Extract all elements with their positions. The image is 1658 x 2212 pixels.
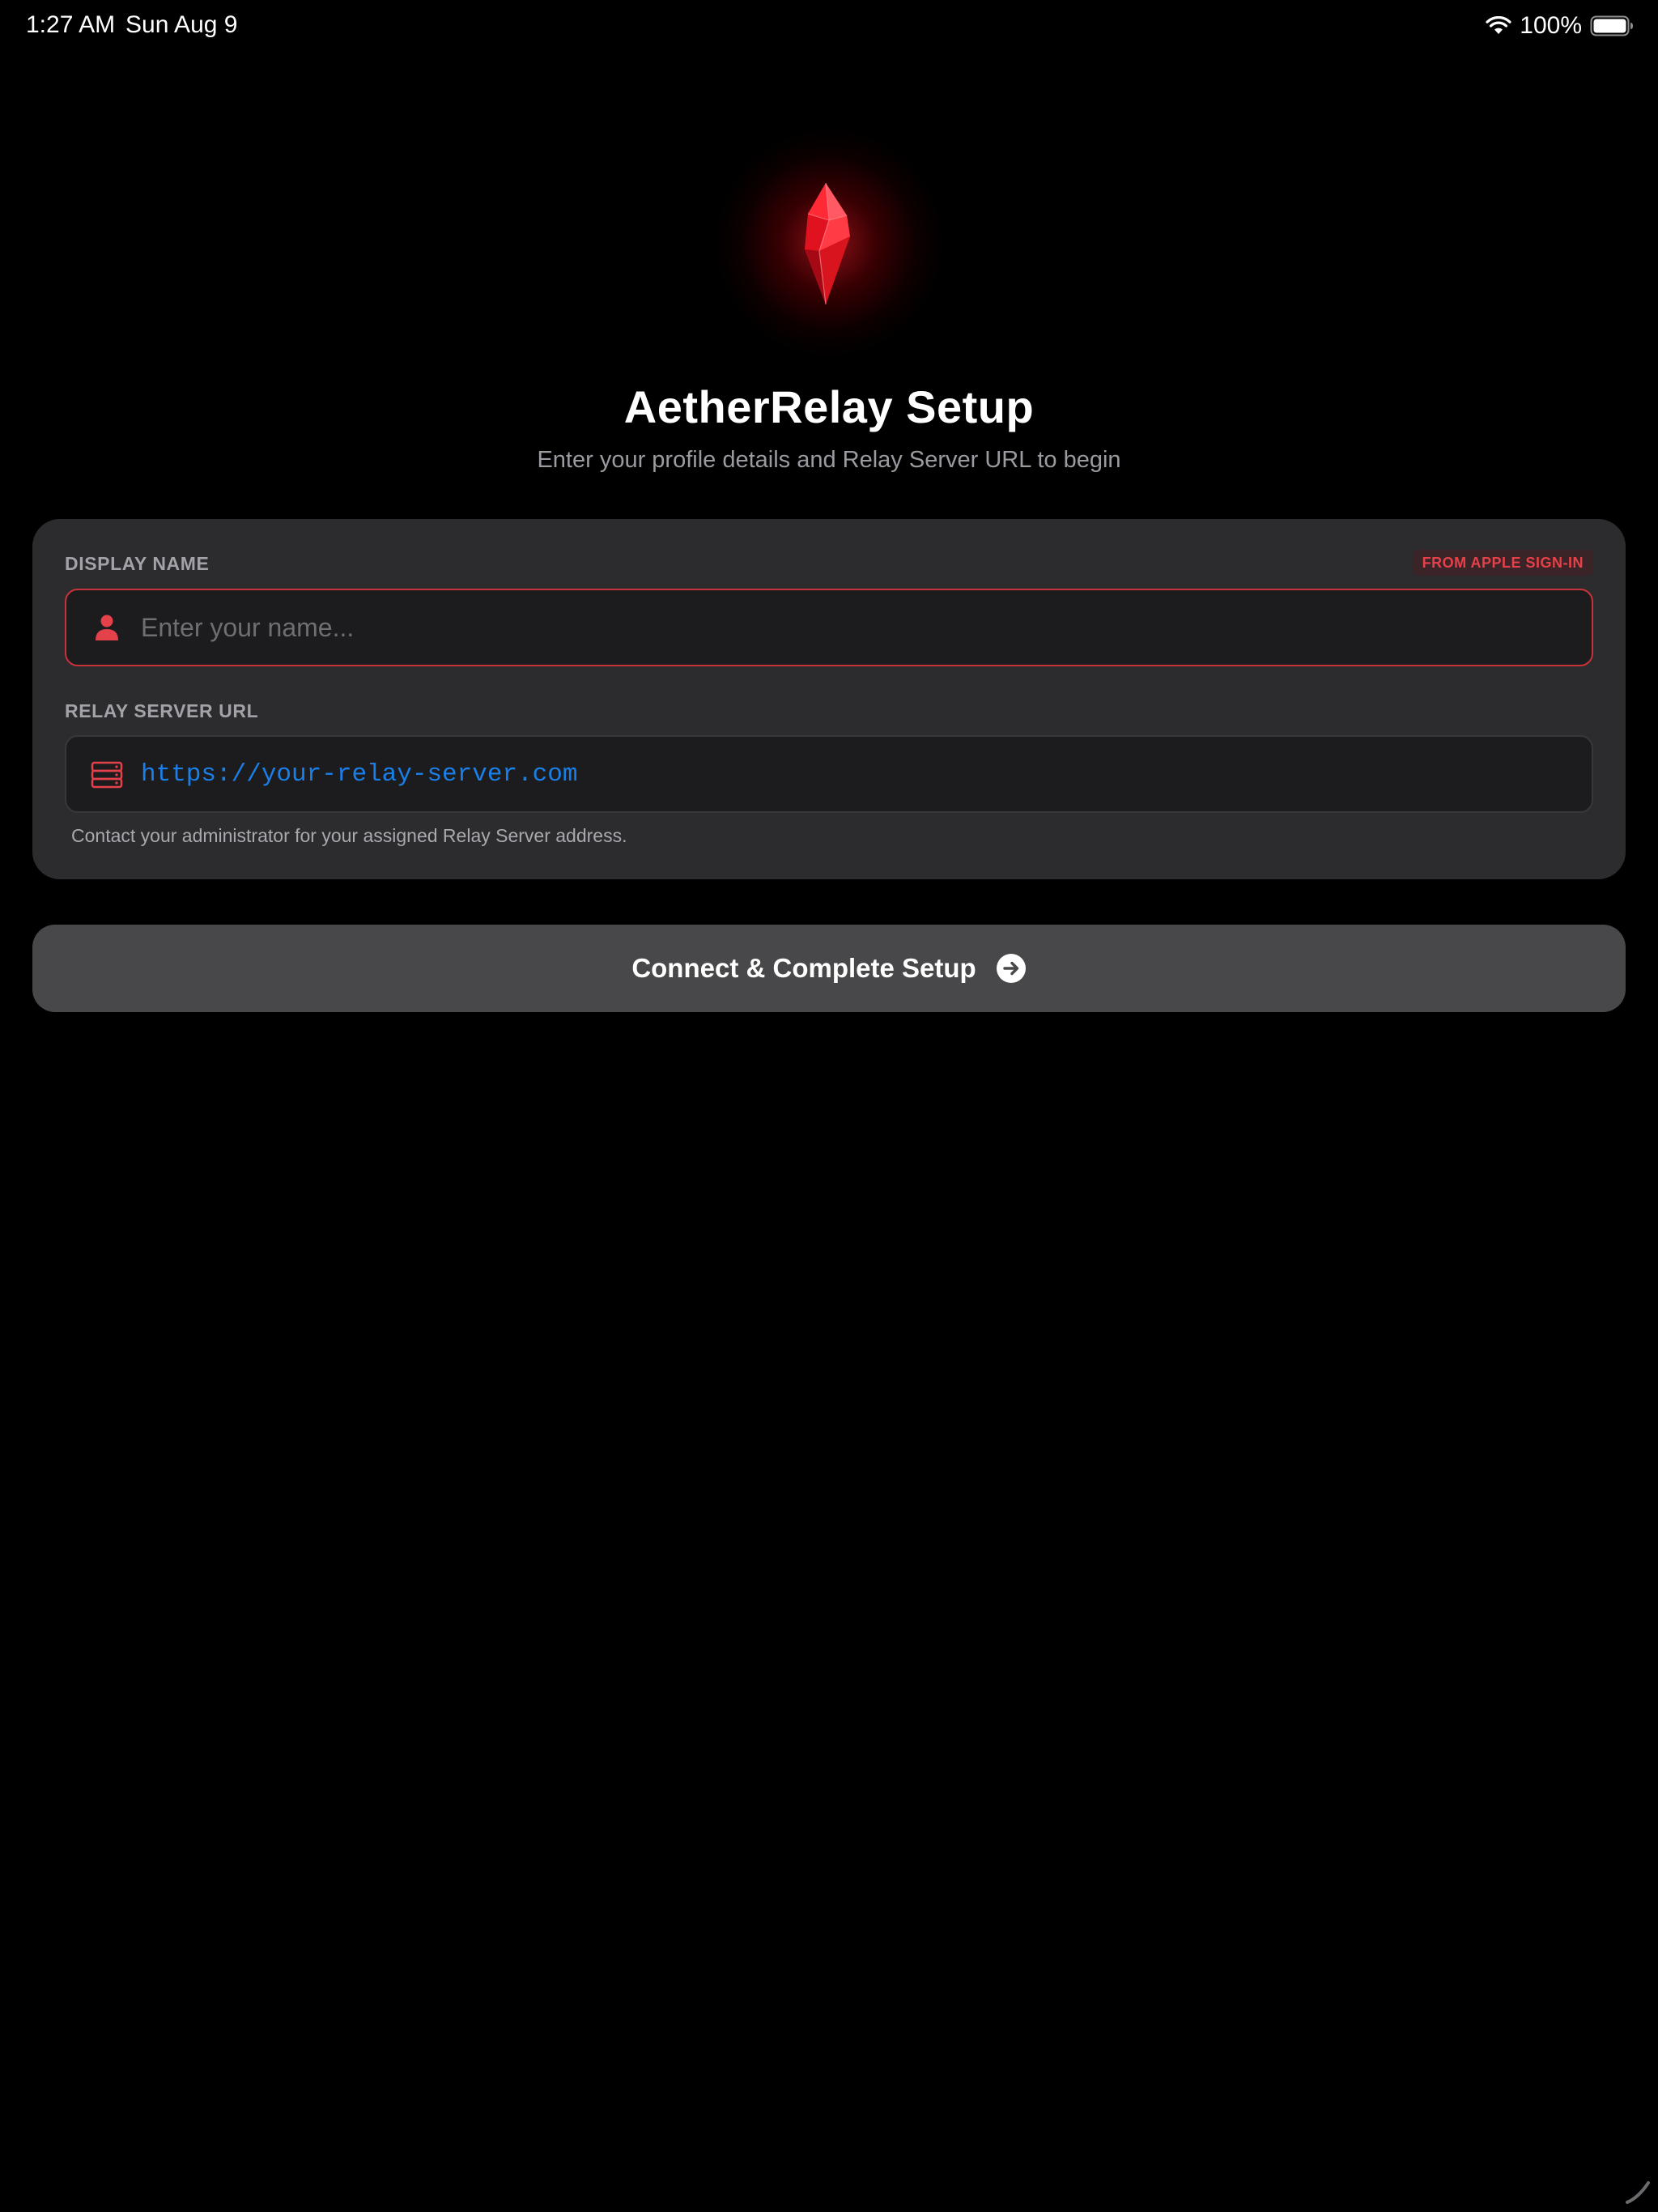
apple-sign-in-badge: FROM APPLE SIGN-IN: [1412, 550, 1593, 576]
red-crystal-gem-icon: [805, 182, 850, 305]
arrow-right-circle-icon: [996, 953, 1027, 984]
page-title: AetherRelay Setup: [623, 381, 1035, 432]
status-time: 1:27 AM: [26, 11, 116, 38]
display-name-input[interactable]: [141, 590, 1566, 665]
connect-button-label: Connect & Complete Setup: [631, 953, 976, 983]
relay-url-input[interactable]: [141, 737, 1566, 811]
relay-url-help-text: Contact your administrator for your assi…: [71, 825, 627, 846]
display-name-label: DISPLAY NAME: [65, 553, 210, 574]
display-name-field[interactable]: [65, 589, 1593, 666]
server-icon: [91, 758, 123, 790]
app-logo: [716, 130, 942, 356]
connect-complete-setup-button[interactable]: Connect & Complete Setup: [32, 925, 1626, 1012]
setup-form-card: DISPLAY NAME FROM APPLE SIGN-IN RELAY SE…: [32, 519, 1626, 879]
person-icon: [91, 611, 123, 644]
relay-url-label: RELAY SERVER URL: [65, 700, 259, 721]
battery-percent: 100%: [1520, 12, 1582, 39]
battery-icon: [1590, 15, 1634, 36]
wifi-icon: [1486, 16, 1511, 36]
page-subtitle: Enter your profile details and Relay Ser…: [537, 447, 1121, 473]
status-date: Sun Aug 9: [125, 11, 238, 38]
pencil-handle-icon: [1626, 2181, 1650, 2204]
relay-url-field[interactable]: [65, 735, 1593, 813]
status-indicators: 100%: [1486, 10, 1634, 42]
status-bar: 1:27 AM Sun Aug 9 100%: [0, 0, 1658, 52]
